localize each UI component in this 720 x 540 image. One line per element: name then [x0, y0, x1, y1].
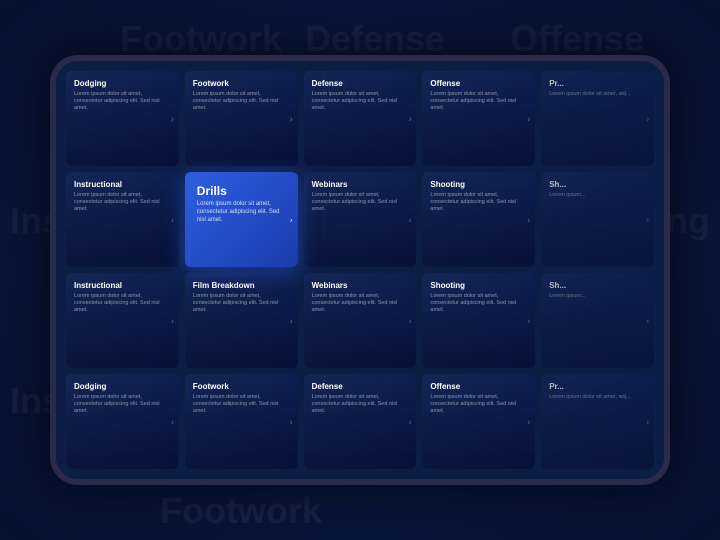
arrow-icon: › — [528, 417, 531, 426]
arrow-icon: › — [528, 215, 531, 224]
tablet-screen: Dodging Lorem ipsum dolor sit amet, cons… — [56, 61, 664, 479]
card-partial-r2[interactable]: Sh... Lorem ipsum... › — [541, 172, 654, 267]
card-text: Lorem ipsum dolor sit amet, consectetur … — [193, 394, 290, 415]
card-instructional-r3[interactable]: Instructional Lorem ipsum dolor sit amet… — [66, 273, 179, 368]
card-title: Offense — [430, 382, 527, 391]
card-text: Lorem ipsum dolor sit amet, consectetur … — [312, 91, 409, 112]
card-text: Lorem ipsum dolor sit amet, consectetur … — [197, 201, 286, 224]
card-shooting-r2[interactable]: Shooting Lorem ipsum dolor sit amet, con… — [422, 172, 535, 267]
card-title: Dodging — [74, 79, 171, 88]
bg-label: Offense — [510, 18, 644, 60]
arrow-icon: › — [290, 114, 293, 123]
card-title: Defense — [312, 382, 409, 391]
arrow-icon: › — [409, 215, 412, 224]
card-title: Film Breakdown — [193, 281, 290, 290]
card-title: Footwork — [193, 382, 290, 391]
arrow-icon: › — [409, 417, 412, 426]
card-instructional-r2[interactable]: Instructional Lorem ipsum dolor sit amet… — [66, 172, 179, 267]
card-text: Lorem ipsum dolor sit amet, consectetur … — [312, 293, 409, 314]
card-text: Lorem ipsum dolor sit amet, consectetur … — [312, 192, 409, 213]
card-webinars-r3[interactable]: Webinars Lorem ipsum dolor sit amet, con… — [304, 273, 417, 368]
arrow-icon: › — [171, 417, 174, 426]
card-title: Instructional — [74, 281, 171, 290]
card-text: Lorem ipsum dolor sit amet, consectetur … — [430, 394, 527, 415]
card-title: Footwork — [193, 79, 290, 88]
card-partial-r1[interactable]: Pr... Lorem ipsum dolor sit amet, adj...… — [541, 71, 654, 166]
arrow-icon: › — [409, 316, 412, 325]
card-drills-active[interactable]: Drills Lorem ipsum dolor sit amet, conse… — [185, 172, 298, 267]
card-grid: Dodging Lorem ipsum dolor sit amet, cons… — [56, 61, 664, 479]
arrow-icon: › — [171, 215, 174, 224]
card-text: Lorem ipsum dolor sit amet, consectetur … — [74, 293, 171, 314]
card-text: Lorem ipsum... — [549, 293, 646, 300]
card-partial-r3[interactable]: Sh... Lorem ipsum... › — [541, 273, 654, 368]
card-partial-r4[interactable]: Pr... Lorem ipsum dolor sit amet, adj...… — [541, 374, 654, 469]
card-title: Offense — [430, 79, 527, 88]
bg-label: Footwork — [120, 18, 282, 60]
card-title: Pr... — [549, 382, 646, 391]
card-footwork-r4[interactable]: Footwork Lorem ipsum dolor sit amet, con… — [185, 374, 298, 469]
card-dodging-r4[interactable]: Dodging Lorem ipsum dolor sit amet, cons… — [66, 374, 179, 469]
card-text: Lorem ipsum dolor sit amet, adj... — [549, 91, 646, 98]
card-title: Sh... — [549, 180, 646, 189]
arrow-icon: › — [290, 417, 293, 426]
bg-label: Footwork — [160, 490, 322, 532]
arrow-icon: › — [290, 316, 293, 325]
card-title: Shooting — [430, 281, 527, 290]
arrow-icon: › — [646, 215, 649, 224]
card-footwork-r1[interactable]: Footwork Lorem ipsum dolor sit amet, con… — [185, 71, 298, 166]
card-dodging-r1[interactable]: Dodging Lorem ipsum dolor sit amet, cons… — [66, 71, 179, 166]
card-title: Instructional — [74, 180, 171, 189]
card-title: Dodging — [74, 382, 171, 391]
card-text: Lorem ipsum dolor sit amet, consectetur … — [74, 394, 171, 415]
card-defense-r4[interactable]: Defense Lorem ipsum dolor sit amet, cons… — [304, 374, 417, 469]
card-title: Webinars — [312, 180, 409, 189]
arrow-icon: › — [646, 316, 649, 325]
card-text: Lorem ipsum... — [549, 192, 646, 199]
card-text: Lorem ipsum dolor sit amet, consectetur … — [430, 192, 527, 213]
arrow-icon: › — [409, 114, 412, 123]
arrow-icon: › — [171, 114, 174, 123]
card-text: Lorem ipsum dolor sit amet, consectetur … — [312, 394, 409, 415]
card-text: Lorem ipsum dolor sit amet, consectetur … — [193, 91, 290, 112]
card-text: Lorem ipsum dolor sit amet, consectetur … — [430, 293, 527, 314]
card-title: Shooting — [430, 180, 527, 189]
card-offense-r4[interactable]: Offense Lorem ipsum dolor sit amet, cons… — [422, 374, 535, 469]
card-webinars-r2[interactable]: Webinars Lorem ipsum dolor sit amet, con… — [304, 172, 417, 267]
card-text: Lorem ipsum dolor sit amet, consectetur … — [430, 91, 527, 112]
card-title: Drills — [197, 184, 286, 198]
card-title: Pr... — [549, 79, 646, 88]
arrow-icon: › — [528, 114, 531, 123]
card-text: Lorem ipsum dolor sit amet, consectetur … — [193, 293, 290, 314]
bg-label: Defense — [305, 18, 445, 60]
card-text: Lorem ipsum dolor sit amet, adj... — [549, 394, 646, 401]
card-title: Defense — [312, 79, 409, 88]
arrow-icon: › — [646, 114, 649, 123]
card-title: Webinars — [312, 281, 409, 290]
card-defense-r1[interactable]: Defense Lorem ipsum dolor sit amet, cons… — [304, 71, 417, 166]
card-shooting-r3[interactable]: Shooting Lorem ipsum dolor sit amet, con… — [422, 273, 535, 368]
card-text: Lorem ipsum dolor sit amet, consectetur … — [74, 192, 171, 213]
card-text: Lorem ipsum dolor sit amet, consectetur … — [74, 91, 171, 112]
card-filmbreakdown-r3[interactable]: Film Breakdown Lorem ipsum dolor sit ame… — [185, 273, 298, 368]
card-title: Sh... — [549, 281, 646, 290]
card-offense-r1[interactable]: Offense Lorem ipsum dolor sit amet, cons… — [422, 71, 535, 166]
arrow-icon: › — [646, 417, 649, 426]
arrow-icon: › — [171, 316, 174, 325]
tablet-device: Dodging Lorem ipsum dolor sit amet, cons… — [50, 55, 670, 485]
arrow-icon: › — [290, 215, 293, 224]
arrow-icon: › — [528, 316, 531, 325]
